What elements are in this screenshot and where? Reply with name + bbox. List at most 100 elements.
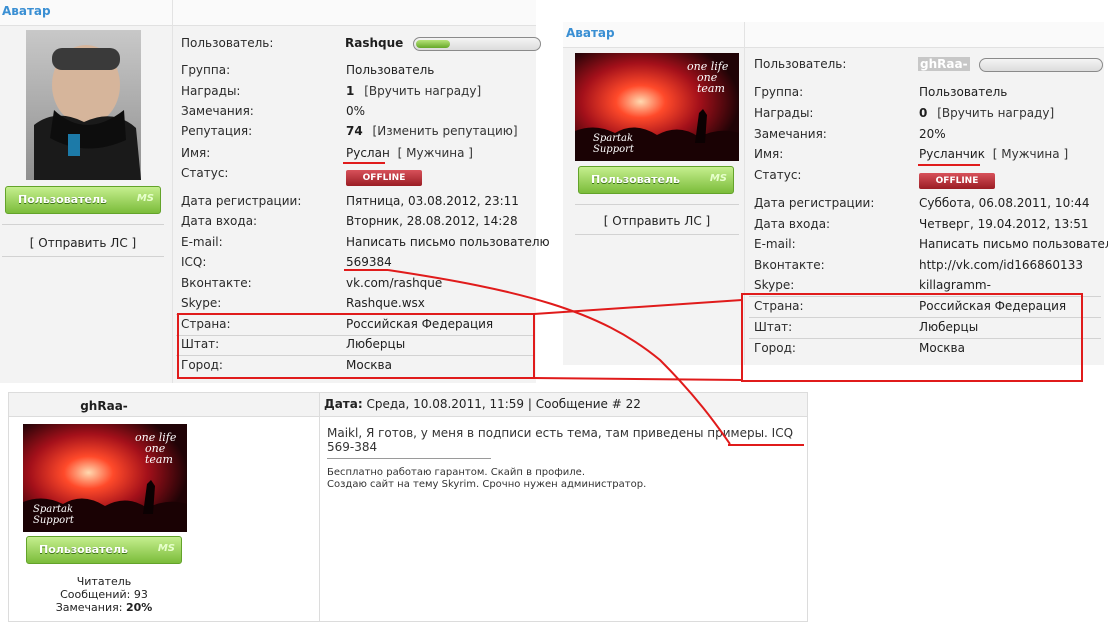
name-value: Русланчик — [919, 147, 985, 161]
right-profile-header: Аватар — [563, 22, 1104, 48]
avatar-caption-2: one team — [145, 442, 173, 466]
post-message-text: Maikl, Я готов, у меня в подписи есть те… — [327, 426, 794, 454]
field-label: Skype: — [754, 278, 795, 292]
post-meta: Дата: Среда, 10.08.2011, 11:59 | Сообщен… — [324, 397, 641, 411]
field-value-wrap: 74 [Изменить репутацию] — [346, 121, 518, 141]
give-award-link[interactable]: [Вручить награду] — [364, 84, 481, 98]
messages-label: Сообщений: — [60, 588, 131, 601]
field-label: Замечания: — [181, 104, 254, 118]
field-value: Пятница, 03.08.2012, 23:11 — [346, 194, 519, 208]
signature-line: Создаю сайт на тему Skyrim. Срочно нужен… — [327, 479, 647, 490]
author-role: Читатель — [76, 575, 132, 588]
rank-badge-brand: MS — [136, 193, 154, 204]
user-avatar-photo: one life one team Spartak Support — [575, 53, 739, 161]
field-value: Люберцы — [919, 320, 979, 334]
username-value: Rashque — [345, 33, 542, 53]
email-link[interactable]: Написать письмо пользователю — [919, 234, 1108, 254]
avatar-header-label: Аватар — [566, 26, 615, 40]
field-label: E-mail: — [754, 237, 796, 251]
column-divider — [172, 0, 173, 383]
rank-badge: Пользователь MS — [5, 186, 161, 214]
field-label: Статус: — [754, 168, 802, 182]
field-label: Замечания: — [754, 127, 827, 141]
field-value: Суббота, 06.08.2011, 10:44 — [919, 196, 1090, 210]
skype-value: Rashque.wsx — [346, 296, 425, 310]
vk-link[interactable]: http://vk.com/id166860133 — [919, 255, 1083, 275]
field-label: Группа: — [754, 85, 804, 99]
separator-line — [575, 234, 739, 235]
gender-value: [ Мужчина ] — [992, 147, 1069, 161]
field-value-wrap: Русланчик [ Мужчина ] — [919, 144, 1068, 164]
field-label: Имя: — [754, 147, 784, 161]
field-value-wrap: 0 [Вручить награду] — [919, 103, 1054, 123]
give-award-link[interactable]: [Вручить награду] — [937, 106, 1054, 120]
send-pm-link[interactable]: [ Отправить ЛС ] — [575, 214, 739, 228]
skype-value: killagramm- — [919, 278, 991, 292]
send-pm-link[interactable]: [ Отправить ЛС ] — [2, 236, 164, 250]
activity-progress-bar — [413, 36, 542, 51]
field-value: Москва — [919, 341, 965, 355]
username-text[interactable]: ghRaa- — [918, 57, 970, 71]
field-label: Группа: — [181, 63, 231, 77]
post-author-avatar: one life one team Spartak Support — [23, 424, 187, 532]
post-author-name[interactable]: ghRaa- — [9, 399, 199, 413]
right-profile-panel: Аватар one life one team Spartak Support… — [563, 22, 1108, 365]
field-label: Вконтакте: — [181, 276, 252, 290]
author-warnings: Замечания: 20% — [9, 601, 199, 614]
field-label: Репутация: — [181, 124, 253, 138]
field-value: Пользователь — [919, 85, 1008, 99]
field-value: Российская Федерация — [346, 317, 494, 331]
post-date-label: Дата: — [324, 397, 363, 411]
vk-link[interactable]: vk.com/rashque — [346, 273, 442, 293]
signature-separator — [327, 458, 491, 459]
field-value: Москва — [346, 358, 392, 372]
field-value-wrap: Руслан [ Мужчина ] — [346, 143, 473, 163]
messages-value: 93 — [133, 588, 148, 601]
progress-fill — [416, 39, 450, 48]
username-text[interactable]: Rashque — [345, 36, 403, 50]
column-divider — [744, 22, 745, 365]
rank-badge-brand: MS — [709, 173, 727, 184]
separator-line — [2, 256, 164, 257]
post-number[interactable]: 22 — [626, 397, 641, 411]
user-avatar-photo — [26, 30, 141, 180]
icq-value: 569384 — [346, 255, 392, 269]
post-column-divider — [319, 393, 320, 621]
field-value: 20% — [919, 127, 946, 141]
field-label: Награды: — [181, 84, 241, 98]
awards-count: 1 — [346, 84, 355, 98]
gender-value: [ Мужчина ] — [397, 146, 473, 160]
field-label: Страна: — [754, 299, 804, 313]
field-label: Статус: — [181, 166, 229, 180]
change-reputation-link[interactable]: [Изменить репутацию] — [373, 124, 518, 138]
warnings-label: Замечания: — [55, 601, 123, 614]
avatar-logo-text: Spartak Support — [593, 133, 634, 155]
field-label: Награды: — [754, 106, 814, 120]
avatar-caption-2: one team — [697, 71, 725, 95]
signature-line: Бесплатно работаю гарантом. Скайп в проф… — [327, 467, 585, 478]
status-wrap: OFFLINE — [919, 172, 995, 189]
rank-badge-label: Пользователь — [591, 173, 680, 186]
field-label: Город: — [754, 341, 796, 355]
post-number-prefix: | Сообщение # — [527, 397, 622, 411]
avatar-header-label: Аватар — [2, 4, 51, 18]
reputation-value: 74 — [346, 124, 363, 138]
post-date-value: Среда, 10.08.2011, 11:59 — [366, 397, 525, 411]
avatar-logo-text: Spartak Support — [33, 504, 74, 526]
rank-badge: Пользователь MS — [26, 536, 182, 564]
field-label: Страна: — [181, 317, 231, 331]
email-link[interactable]: Написать письмо пользователю — [346, 232, 550, 252]
field-label: Пользователь: — [181, 36, 274, 50]
username-value: ghRaa- — [918, 54, 1104, 74]
post-author-stats: Читатель Сообщений: 93 Замечания: 20% — [9, 575, 199, 614]
left-profile-panel: Аватар Пользователь MS [ Отправить ЛС ] … — [0, 0, 550, 383]
field-value: Вторник, 28.08.2012, 14:28 — [346, 214, 518, 228]
field-label: ICQ: — [181, 255, 207, 269]
field-label: Пользователь: — [754, 57, 847, 71]
field-value: Четверг, 19.04.2012, 13:51 — [919, 217, 1089, 231]
left-profile-header: Аватар — [0, 0, 536, 26]
rank-badge-label: Пользователь — [18, 193, 107, 206]
field-label: Штат: — [754, 320, 793, 334]
field-value-wrap: 1 [Вручить награду] — [346, 81, 481, 101]
field-value: 0% — [346, 104, 366, 118]
